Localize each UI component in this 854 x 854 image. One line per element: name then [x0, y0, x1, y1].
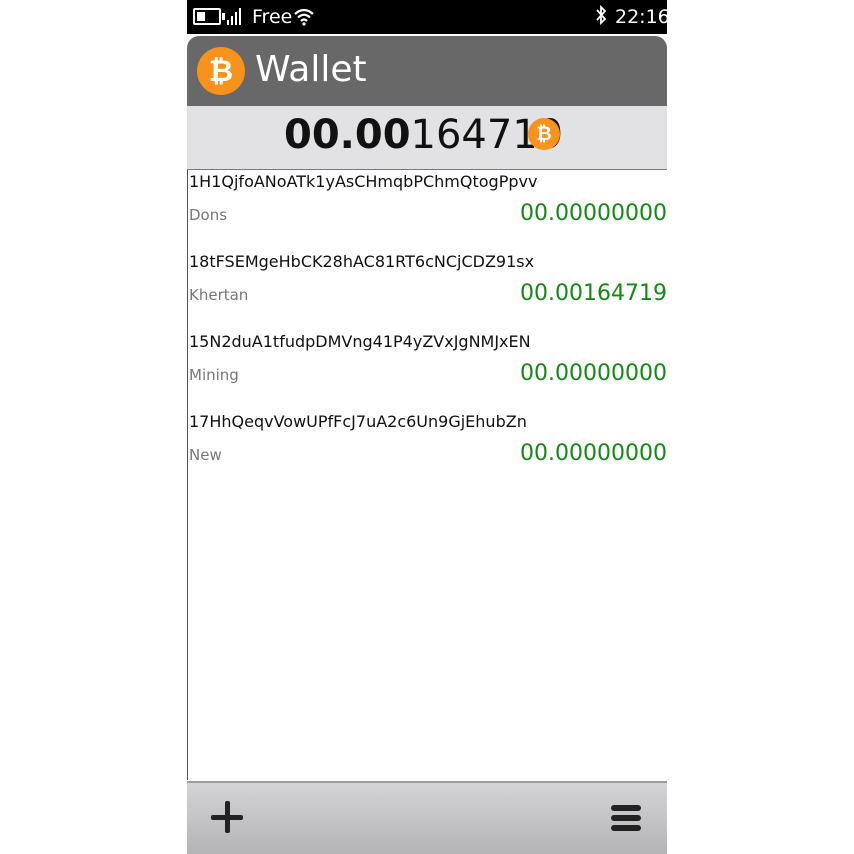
- signal-icon: [227, 7, 245, 25]
- bitcoin-coin-icon: ₿: [528, 118, 560, 150]
- wallet-address: 1H1QjfoANoATk1yAsCHmqbPChmQtogPpvv: [189, 172, 538, 191]
- page-title: Wallet: [255, 49, 367, 90]
- address-label: Khertan: [189, 286, 249, 304]
- address-balance: 00.00164719: [520, 281, 667, 306]
- address-list[interactable]: 1H1QjfoANoATk1yAsCHmqbPChmQtogPpvv Dons …: [187, 170, 667, 780]
- wifi-icon: [294, 8, 314, 26]
- address-label: New: [189, 446, 222, 464]
- balance-integer-part: 00.00: [284, 112, 411, 158]
- list-item[interactable]: 17HhQeqvVowUPfFcJ7uA2c6Un9GjEhubZn New 0…: [188, 410, 667, 490]
- carrier-name: Free: [252, 6, 293, 28]
- total-balance: 00.00164719: [284, 112, 563, 158]
- total-balance-bar: 00.00164719 ₿: [187, 106, 667, 170]
- list-item[interactable]: 15N2duA1tfudpDMVng41P4yZVxJgNMJxEN Minin…: [188, 330, 667, 410]
- address-label: Dons: [189, 206, 228, 224]
- list-item[interactable]: 1H1QjfoANoATk1yAsCHmqbPChmQtogPpvv Dons …: [188, 170, 667, 250]
- plus-icon[interactable]: [207, 795, 251, 839]
- clock: 22:16: [615, 6, 667, 28]
- bottom-toolbar: [187, 781, 667, 854]
- bluetooth-icon: [596, 4, 607, 26]
- phone-screen: Free 22:16 ₿ Wallet 00.00164719 ₿ 1H1Qjf…: [187, 0, 667, 854]
- wallet-address: 17HhQeqvVowUPfFcJ7uA2c6Un9GjEhubZn: [189, 412, 527, 431]
- battery-icon: [193, 8, 225, 25]
- bitcoin-logo-icon: ₿: [197, 47, 245, 95]
- address-balance: 00.00000000: [520, 361, 667, 386]
- list-item[interactable]: 18tFSEMgeHbCK28hAC81RT6cNCjCDZ91sx Khert…: [188, 250, 667, 330]
- address-balance: 00.00000000: [520, 201, 667, 226]
- wallet-address: 15N2duA1tfudpDMVng41P4yZVxJgNMJxEN: [189, 332, 531, 351]
- wallet-address: 18tFSEMgeHbCK28hAC81RT6cNCjCDZ91sx: [189, 252, 535, 271]
- address-balance: 00.00000000: [520, 441, 667, 466]
- title-bar: ₿ Wallet: [187, 36, 667, 106]
- address-label: Mining: [189, 366, 239, 384]
- status-bar: Free 22:16: [187, 0, 667, 34]
- menu-icon[interactable]: [607, 801, 647, 841]
